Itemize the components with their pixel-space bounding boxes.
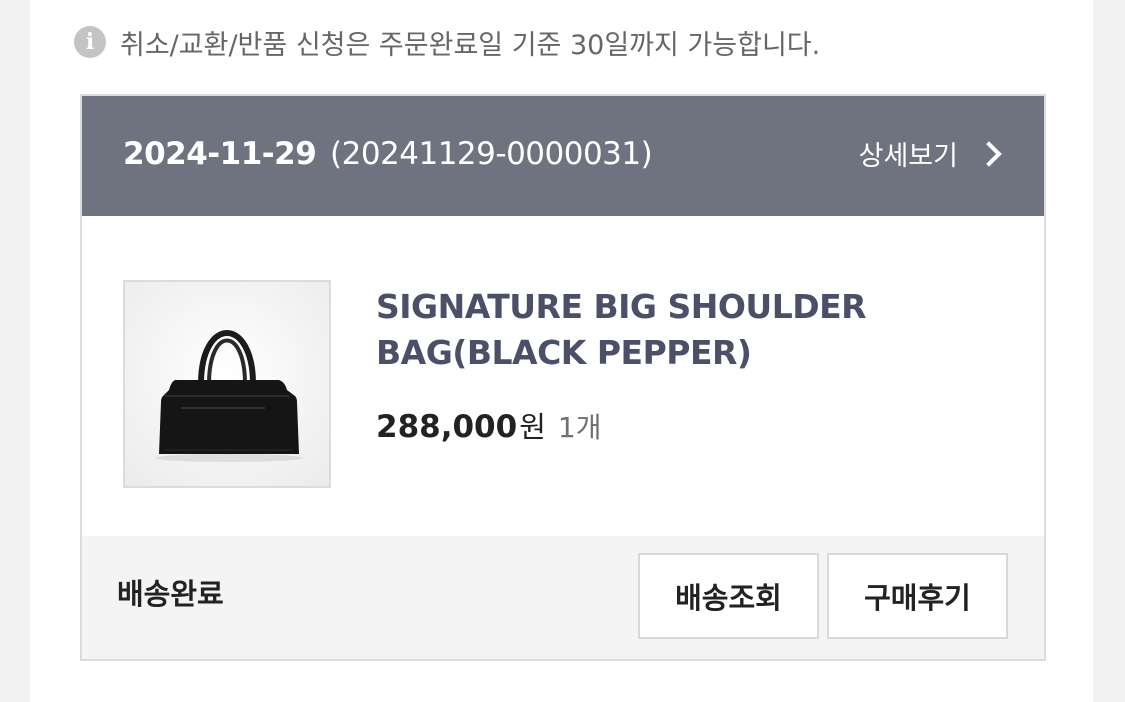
order-detail-label: 상세보기	[858, 141, 958, 172]
price-line: 288,000 원 1개	[376, 404, 601, 446]
delivery-tracking-button[interactable]: 배송조회	[638, 553, 819, 639]
handbag-icon	[125, 282, 329, 486]
info-icon: i	[74, 26, 106, 58]
order-detail-link[interactable]: 상세보기	[859, 134, 1004, 173]
order-header: 2024-11-29 (20241129-0000031) 상세보기	[82, 96, 1044, 216]
product-image[interactable]	[123, 280, 331, 488]
delivery-status: 배송완료	[117, 577, 224, 611]
write-review-button[interactable]: 구매후기	[827, 553, 1008, 639]
order-card: 2024-11-29 (20241129-0000031) 상세보기 SIGNA…	[80, 94, 1046, 661]
order-list-page: i 취소/교환/반품 신청은 주문완료일 기준 30일까지 가능합니다. 202…	[30, 0, 1093, 702]
price-currency: 원	[519, 410, 546, 444]
product-price: 288,000	[376, 409, 518, 445]
notice-text: 취소/교환/반품 신청은 주문완료일 기준 30일까지 가능합니다.	[120, 29, 821, 61]
order-number: (20241129-0000031)	[330, 136, 653, 172]
chevron-right-icon	[976, 140, 1002, 167]
notice-banner: i 취소/교환/반품 신청은 주문완료일 기준 30일까지 가능합니다.	[74, 22, 820, 62]
order-footer: 배송완료 배송조회 구매후기	[82, 536, 1044, 659]
product-quantity: 1개	[557, 411, 602, 444]
product-name[interactable]: SIGNATURE BIG SHOULDER BAG(BLACK PEPPER)	[376, 284, 936, 376]
order-date: 2024-11-29	[123, 136, 317, 172]
